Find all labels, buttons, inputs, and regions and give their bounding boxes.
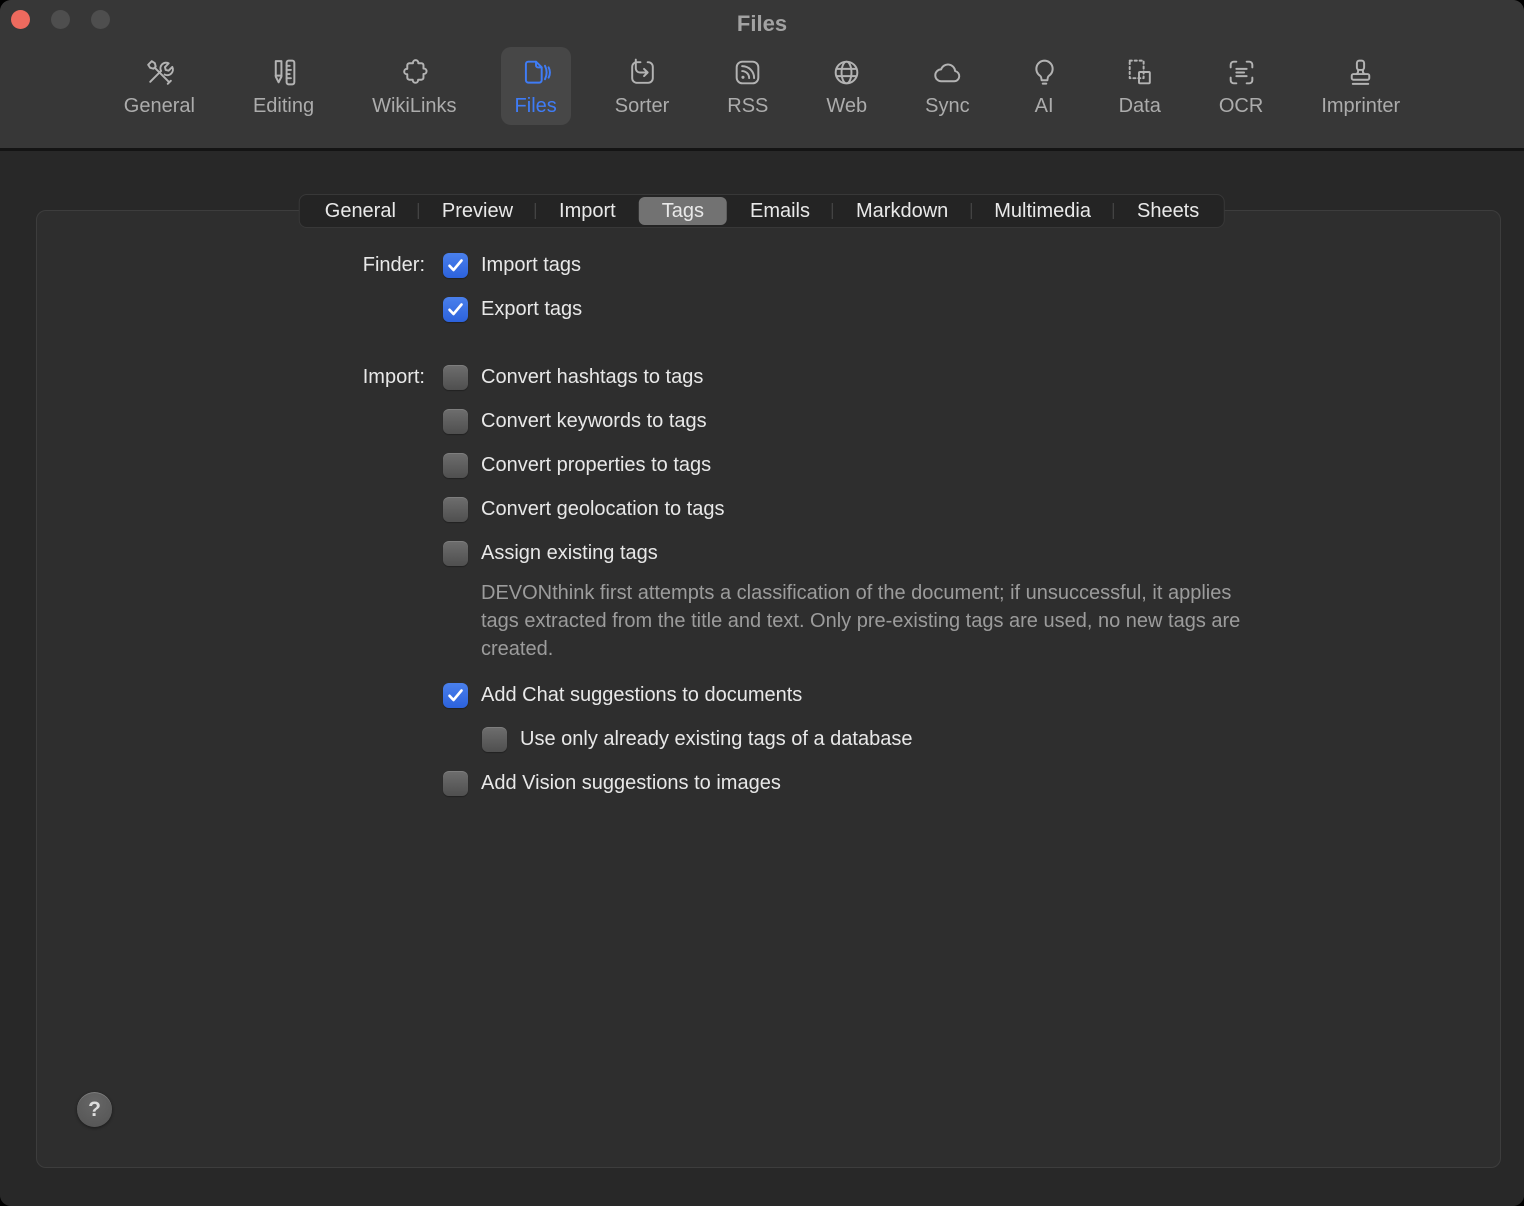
form-row: Export tags	[36, 287, 1486, 331]
toolbar-item-rss[interactable]: RSS	[713, 47, 782, 125]
toolbar-item-label: Imprinter	[1321, 96, 1400, 116]
checkbox-export-tags[interactable]	[443, 297, 468, 322]
toolbar-item-label: AI	[1035, 96, 1054, 116]
checkbox-convert-geolocation-to-tags[interactable]	[443, 497, 468, 522]
toolbar-item-sorter[interactable]: Sorter	[601, 47, 683, 125]
toolbar-item-label: Data	[1119, 96, 1161, 116]
form-row: Convert geolocation to tags	[36, 487, 1486, 531]
data-squares-icon	[1123, 56, 1156, 89]
rss-icon	[731, 56, 764, 89]
checkbox-label: Import tags	[481, 254, 581, 277]
form-row: Assign existing tags	[36, 531, 1486, 575]
toolbar-item-ai[interactable]: AI	[1014, 47, 1075, 125]
checkbox-use-only-already-existing-tags-of-a-database[interactable]	[482, 727, 507, 752]
stamp-icon	[1344, 56, 1377, 89]
toolbar-item-data[interactable]: Data	[1105, 47, 1175, 125]
lightbulb-icon	[1028, 56, 1061, 89]
zoom-button[interactable]	[91, 10, 110, 29]
minimize-button[interactable]	[51, 10, 70, 29]
toolbar-item-wikilinks[interactable]: WikiLinks	[358, 47, 470, 125]
form-row: Convert properties to tags	[36, 443, 1486, 487]
traffic-lights	[11, 10, 110, 29]
form-row: Convert keywords to tags	[36, 399, 1486, 443]
globe-icon	[830, 56, 863, 89]
scan-text-icon	[1225, 56, 1258, 89]
toolbar-item-label: Web	[826, 96, 867, 116]
window-chrome: Files General Editing WikiLinks Files Sorter…	[0, 0, 1524, 148]
tab-preview[interactable]: Preview	[419, 197, 536, 225]
form-row: Use only already existing tags of a data…	[36, 717, 1486, 761]
toolbar-item-label: Files	[515, 96, 557, 116]
close-button[interactable]	[11, 10, 30, 29]
tags-settings-form: Finder: Import tags Export tags Import: Conv…	[36, 243, 1486, 805]
puzzle-icon	[398, 56, 431, 89]
checkbox-label: Convert geolocation to tags	[481, 498, 725, 521]
titlebar: Files	[0, 0, 1524, 42]
checkbox-label: Convert hashtags to tags	[481, 366, 703, 389]
toolbar-item-label: OCR	[1219, 96, 1263, 116]
tab-sheets[interactable]: Sheets	[1114, 197, 1222, 225]
form-row: Finder: Import tags	[36, 243, 1486, 287]
checkbox-assign-existing-tags[interactable]	[443, 541, 468, 566]
toolbar-item-web[interactable]: Web	[812, 47, 881, 125]
group-label: Finder:	[36, 254, 425, 277]
toolbar-item-label: General	[124, 96, 195, 116]
tab-emails[interactable]: Emails	[727, 197, 833, 225]
tab-markdown[interactable]: Markdown	[833, 197, 971, 225]
preferences-toolbar: General Editing WikiLinks Files Sorter RSS Web…	[0, 42, 1524, 125]
toolbar-item-files[interactable]: Files	[501, 47, 571, 125]
toolbar-item-editing[interactable]: Editing	[239, 47, 328, 125]
content-area: GeneralPreviewImportTagsEmailsMarkdownMu…	[0, 151, 1524, 1206]
toolbar-item-ocr[interactable]: OCR	[1205, 47, 1277, 125]
checkbox-label: Export tags	[481, 298, 582, 321]
checkbox-import-tags[interactable]	[443, 253, 468, 278]
checkbox-convert-keywords-to-tags[interactable]	[443, 409, 468, 434]
form-spacer	[36, 331, 1486, 355]
window-title: Files	[737, 5, 787, 37]
checkbox-add-chat-suggestions-to-documents[interactable]	[443, 683, 468, 708]
tab-general[interactable]: General	[302, 197, 419, 225]
form-row: Add Vision suggestions to images	[36, 761, 1486, 805]
toolbar-item-label: RSS	[727, 96, 768, 116]
tab-import[interactable]: Import	[536, 197, 639, 225]
tab-multimedia[interactable]: Multimedia	[971, 197, 1114, 225]
pencil-ruler-icon	[267, 56, 300, 89]
preferences-window: Files General Editing WikiLinks Files Sorter…	[0, 0, 1524, 1206]
checkbox-add-vision-suggestions-to-images[interactable]	[443, 771, 468, 796]
documents-icon	[519, 56, 552, 89]
toolbar-item-imprinter[interactable]: Imprinter	[1307, 47, 1414, 125]
toolbar-item-label: WikiLinks	[372, 96, 456, 116]
toolbar-item-label: Sorter	[615, 96, 669, 116]
checkbox-label: Convert keywords to tags	[481, 410, 707, 433]
inbox-arrow-icon	[626, 56, 659, 89]
toolbar-item-sync[interactable]: Sync	[911, 47, 983, 125]
group-label: Import:	[36, 366, 425, 389]
assign-existing-tags-description: DEVONthink first attempts a classificati…	[481, 575, 1401, 673]
toolbar-item-general[interactable]: General	[110, 47, 209, 125]
checkbox-label: Convert properties to tags	[481, 454, 711, 477]
tools-icon	[143, 56, 176, 89]
checkbox-convert-properties-to-tags[interactable]	[443, 453, 468, 478]
checkbox-convert-hashtags-to-tags[interactable]	[443, 365, 468, 390]
form-row: Import: Convert hashtags to tags	[36, 355, 1486, 399]
checkbox-label: Assign existing tags	[481, 542, 658, 565]
toolbar-item-label: Sync	[925, 96, 969, 116]
checkbox-label: Add Chat suggestions to documents	[481, 684, 802, 707]
form-row: Add Chat suggestions to documents	[36, 673, 1486, 717]
tab-tags[interactable]: Tags	[639, 197, 727, 225]
toolbar-item-label: Editing	[253, 96, 314, 116]
checkbox-label: Use only already existing tags of a data…	[520, 728, 912, 751]
cloud-icon	[931, 56, 964, 89]
tab-bar: GeneralPreviewImportTagsEmailsMarkdownMu…	[299, 194, 1225, 228]
checkbox-label: Add Vision suggestions to images	[481, 772, 781, 795]
help-button[interactable]: ?	[77, 1092, 112, 1127]
